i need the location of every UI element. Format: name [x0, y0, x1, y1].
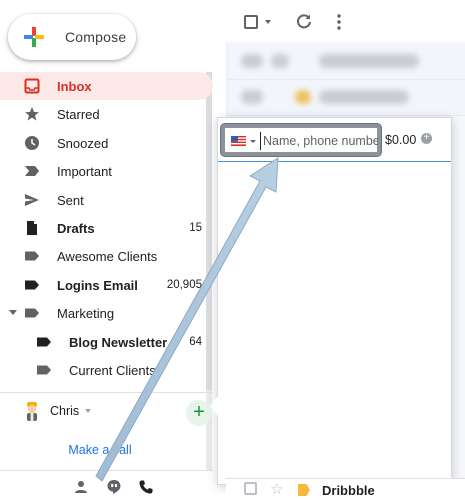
star-outline-icon[interactable]: ☆: [270, 480, 283, 498]
more-vert-icon[interactable]: [334, 13, 344, 31]
select-all-checkbox[interactable]: [244, 15, 258, 29]
mail-row[interactable]: [227, 80, 465, 116]
mail-row[interactable]: ☆ Dribbble: [226, 478, 465, 500]
row-checkbox-blurred: [241, 54, 263, 68]
nav-item-marketing[interactable]: Marketing: [0, 299, 213, 327]
nav-item-starred[interactable]: Starred: [0, 100, 213, 128]
nav-item-logins-email[interactable]: Logins Email 20,905: [0, 271, 213, 299]
select-menu-caret-icon[interactable]: [265, 20, 271, 24]
compose-button[interactable]: Compose: [8, 14, 136, 60]
nav-item-inbox[interactable]: Inbox: [0, 72, 213, 101]
user-status-menu[interactable]: Chris: [22, 399, 92, 423]
nav-item-snoozed[interactable]: Snoozed: [0, 129, 213, 157]
nav-label: Current Clients: [69, 362, 156, 378]
avatar: [27, 402, 37, 421]
nav-item-sent[interactable]: Sent: [0, 186, 213, 214]
label-icon: [25, 280, 39, 290]
contacts-icon[interactable]: [73, 479, 89, 495]
nav-label: Starred: [57, 107, 100, 123]
compose-plus-icon: [24, 27, 44, 47]
clock-icon: [25, 135, 39, 150]
nav-label: Inbox: [57, 79, 92, 94]
label-icon: [25, 251, 39, 261]
nav-label: Marketing: [57, 306, 115, 322]
nav-item-current-clients[interactable]: Current Clients: [0, 356, 213, 384]
us-flag-icon[interactable]: [231, 136, 246, 146]
row-important-blurred: [295, 90, 311, 104]
add-credit-icon[interactable]: +: [421, 133, 432, 144]
nav-item-important[interactable]: Important: [0, 157, 213, 185]
row-checkbox-blurred: [241, 90, 263, 104]
hangouts-chat-icon[interactable]: [106, 479, 122, 495]
nav-item-blog-newsletter[interactable]: Blog Newsletter .. 64: [0, 328, 213, 356]
star-icon: [25, 107, 39, 121]
nav-count: 64: [189, 335, 202, 348]
nav-list: Inbox Starred Snoozed Important Sent Dra…: [0, 72, 213, 384]
expand-caret-icon[interactable]: [9, 310, 17, 316]
sidebar: Compose Inbox Starred Snoozed Important …: [0, 0, 218, 500]
phone-number-input[interactable]: [260, 132, 378, 150]
label-icon: [25, 308, 39, 318]
row-sender-blurred: [319, 90, 409, 104]
nav-label: Awesome Clients: [57, 249, 158, 265]
hangouts-panel: Chris + Make a call: [0, 392, 213, 472]
call-credit-balance: $0.00: [385, 133, 417, 147]
nav-label: Drafts: [57, 220, 95, 236]
send-icon: [25, 193, 39, 206]
inbox-icon: [24, 78, 40, 94]
call-dialer-popup: $0.00 +: [217, 117, 452, 485]
important-icon: [25, 166, 39, 177]
row-sender-blurred: [319, 54, 419, 68]
row-checkbox[interactable]: [244, 482, 257, 495]
nav-count: 20,905: [166, 278, 202, 291]
make-call-link[interactable]: Make a call: [0, 443, 200, 457]
nav-item-drafts[interactable]: Drafts 15: [0, 214, 213, 242]
important-marker-icon[interactable]: [298, 484, 310, 496]
mail-toolbar: [228, 0, 465, 42]
nav-count: 15: [189, 221, 202, 234]
dialer-header: $0.00 +: [218, 118, 451, 162]
mail-row[interactable]: [227, 44, 465, 80]
label-icon: [37, 365, 51, 375]
phone-icon[interactable]: [138, 479, 154, 495]
label-icon: [37, 337, 51, 347]
nav-label: Important: [57, 164, 112, 180]
user-name: Chris: [50, 404, 80, 418]
row-star-blurred: [271, 54, 289, 68]
compose-label: Compose: [65, 29, 127, 45]
nav-label: Blog Newsletter ..: [69, 334, 179, 350]
chevron-down-icon: [85, 409, 92, 413]
nav-label: Logins Email: [57, 277, 138, 293]
row-sender: Dribbble: [322, 483, 375, 498]
nav-item-awesome-clients[interactable]: Awesome Clients: [0, 242, 213, 270]
nav-label: Sent: [57, 192, 84, 208]
draft-icon: [27, 220, 37, 235]
nav-label: Snoozed: [57, 135, 109, 151]
country-dropdown-caret-icon[interactable]: [250, 140, 256, 143]
bottom-tab-bar: [0, 470, 213, 500]
refresh-icon[interactable]: [295, 13, 313, 31]
popup-pointer: [210, 396, 218, 416]
phone-entry-box[interactable]: [221, 124, 381, 156]
